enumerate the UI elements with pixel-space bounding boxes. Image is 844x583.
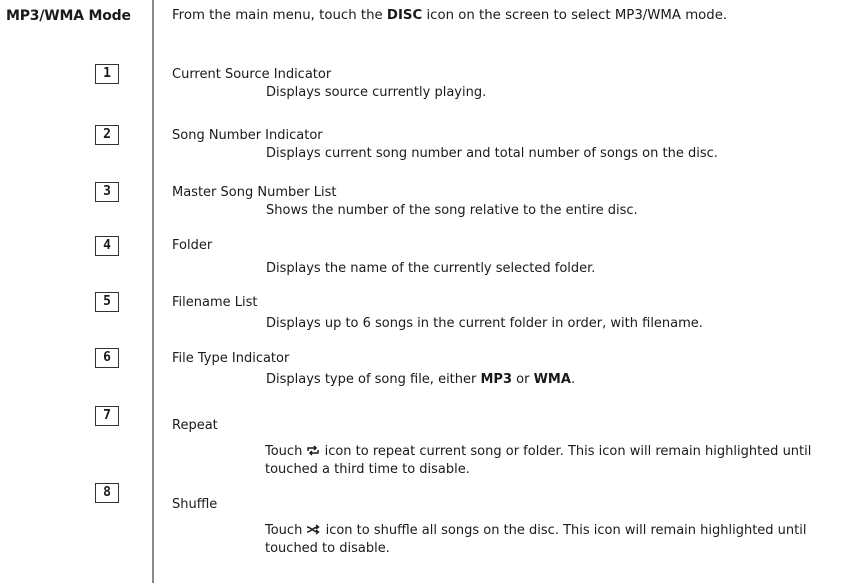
desc-text-end: . <box>570 372 576 387</box>
item-title: Filename List <box>172 295 258 310</box>
item-description: Displays source currently playing. <box>266 85 487 100</box>
item-title: File Type Indicator <box>172 351 290 366</box>
wma-keyword: WMA <box>533 372 571 387</box>
mp3-keyword: MP3 <box>480 372 513 387</box>
item-number-box: 6 <box>95 348 119 368</box>
intro-text: From the main menu, touch the DISC icon … <box>172 8 727 23</box>
item-description: Displays up to 6 songs in the current fo… <box>266 316 703 331</box>
section-title: MP3/WMA Mode <box>6 8 131 24</box>
disc-keyword: DISC <box>386 8 423 23</box>
repeat-icon <box>306 445 320 458</box>
item-description: Displays current song number and total n… <box>266 146 718 161</box>
item-title: Shuffle <box>172 497 218 512</box>
vertical-divider <box>152 0 154 583</box>
item-description: Touch icon to repeat current song or fol… <box>265 443 825 479</box>
item-number-box: 5 <box>95 292 119 312</box>
item-title: Folder <box>172 238 213 253</box>
item-number-box: 8 <box>95 483 119 503</box>
item-title: Repeat <box>172 418 218 433</box>
desc-text-end: icon to shuffle all songs on the disc. T… <box>265 523 807 556</box>
item-description: Shows the number of the song relative to… <box>266 203 638 218</box>
intro-text-start: From the main menu, touch the <box>172 8 387 23</box>
desc-text-start: Touch <box>265 444 307 459</box>
item-description: Displays type of song file, either MP3 o… <box>266 371 575 389</box>
item-title: Master Song Number List <box>172 185 337 200</box>
item-number-box: 7 <box>95 406 119 426</box>
item-description: Displays the name of the currently selec… <box>266 261 596 276</box>
desc-text-start: Displays type of song file, either <box>266 372 481 387</box>
item-number-box: 3 <box>95 182 119 202</box>
intro-text-end: icon on the screen to select MP3/WMA mod… <box>422 8 728 23</box>
desc-text-start: Touch <box>265 523 307 538</box>
shuffle-icon <box>306 524 321 537</box>
item-number-box: 1 <box>95 64 119 84</box>
item-number-box: 2 <box>95 125 119 145</box>
item-title: Current Source Indicator <box>172 67 332 82</box>
desc-text-mid: or <box>512 372 534 387</box>
item-description: Touch icon to shuffle all songs on the d… <box>265 522 825 558</box>
item-title: Song Number Indicator <box>172 128 323 143</box>
desc-text-end: icon to repeat current song or folder. T… <box>265 444 812 477</box>
item-number-box: 4 <box>95 236 119 256</box>
